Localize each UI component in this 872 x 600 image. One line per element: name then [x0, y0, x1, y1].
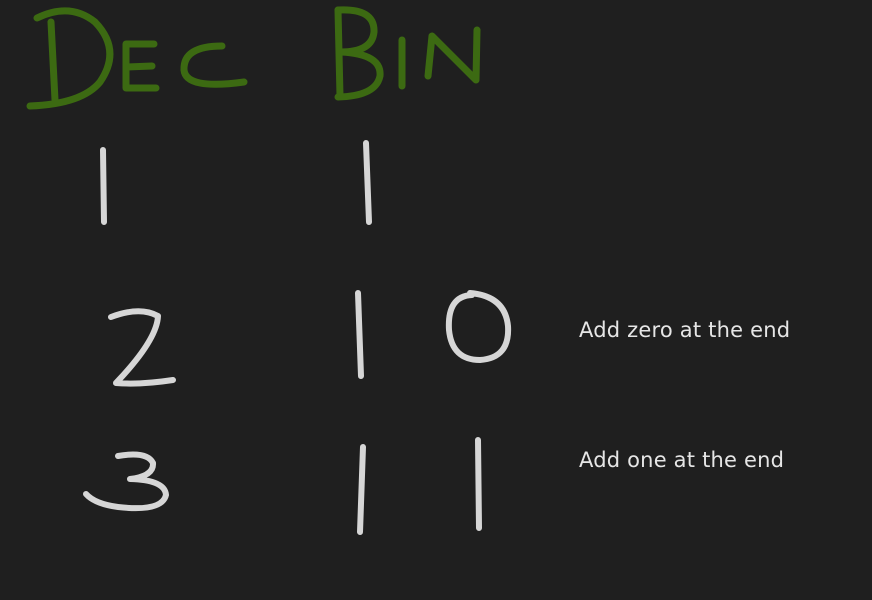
header-dec-letter-c [180, 42, 248, 88]
dec-digit-1 [100, 147, 107, 225]
header-bin-letter-n [424, 26, 481, 84]
bin-row3-digit-1b [475, 437, 482, 531]
dec-column [83, 147, 176, 512]
header-dec-letter-e-mid [123, 62, 156, 71]
bin-row2-digit-1 [355, 290, 364, 379]
bin-column [355, 140, 512, 535]
header-bin-letter-b-bowls [334, 6, 384, 101]
whiteboard-canvas [26, 6, 512, 535]
bin-row2-digit-0 [445, 290, 512, 363]
bin-row3-digit-1a [357, 444, 366, 535]
header-bin [334, 6, 481, 101]
header-dec-letter-d [47, 18, 59, 104]
dec-digit-3 [83, 451, 169, 512]
bin-row1-digit-1 [363, 140, 372, 225]
note-add-one: Add one at the end [579, 448, 785, 472]
dec-digit-2 [108, 308, 176, 387]
header-dec [26, 7, 248, 110]
note-add-zero: Add zero at the end [579, 318, 791, 342]
header-dec-letter-d-curve [26, 7, 114, 110]
